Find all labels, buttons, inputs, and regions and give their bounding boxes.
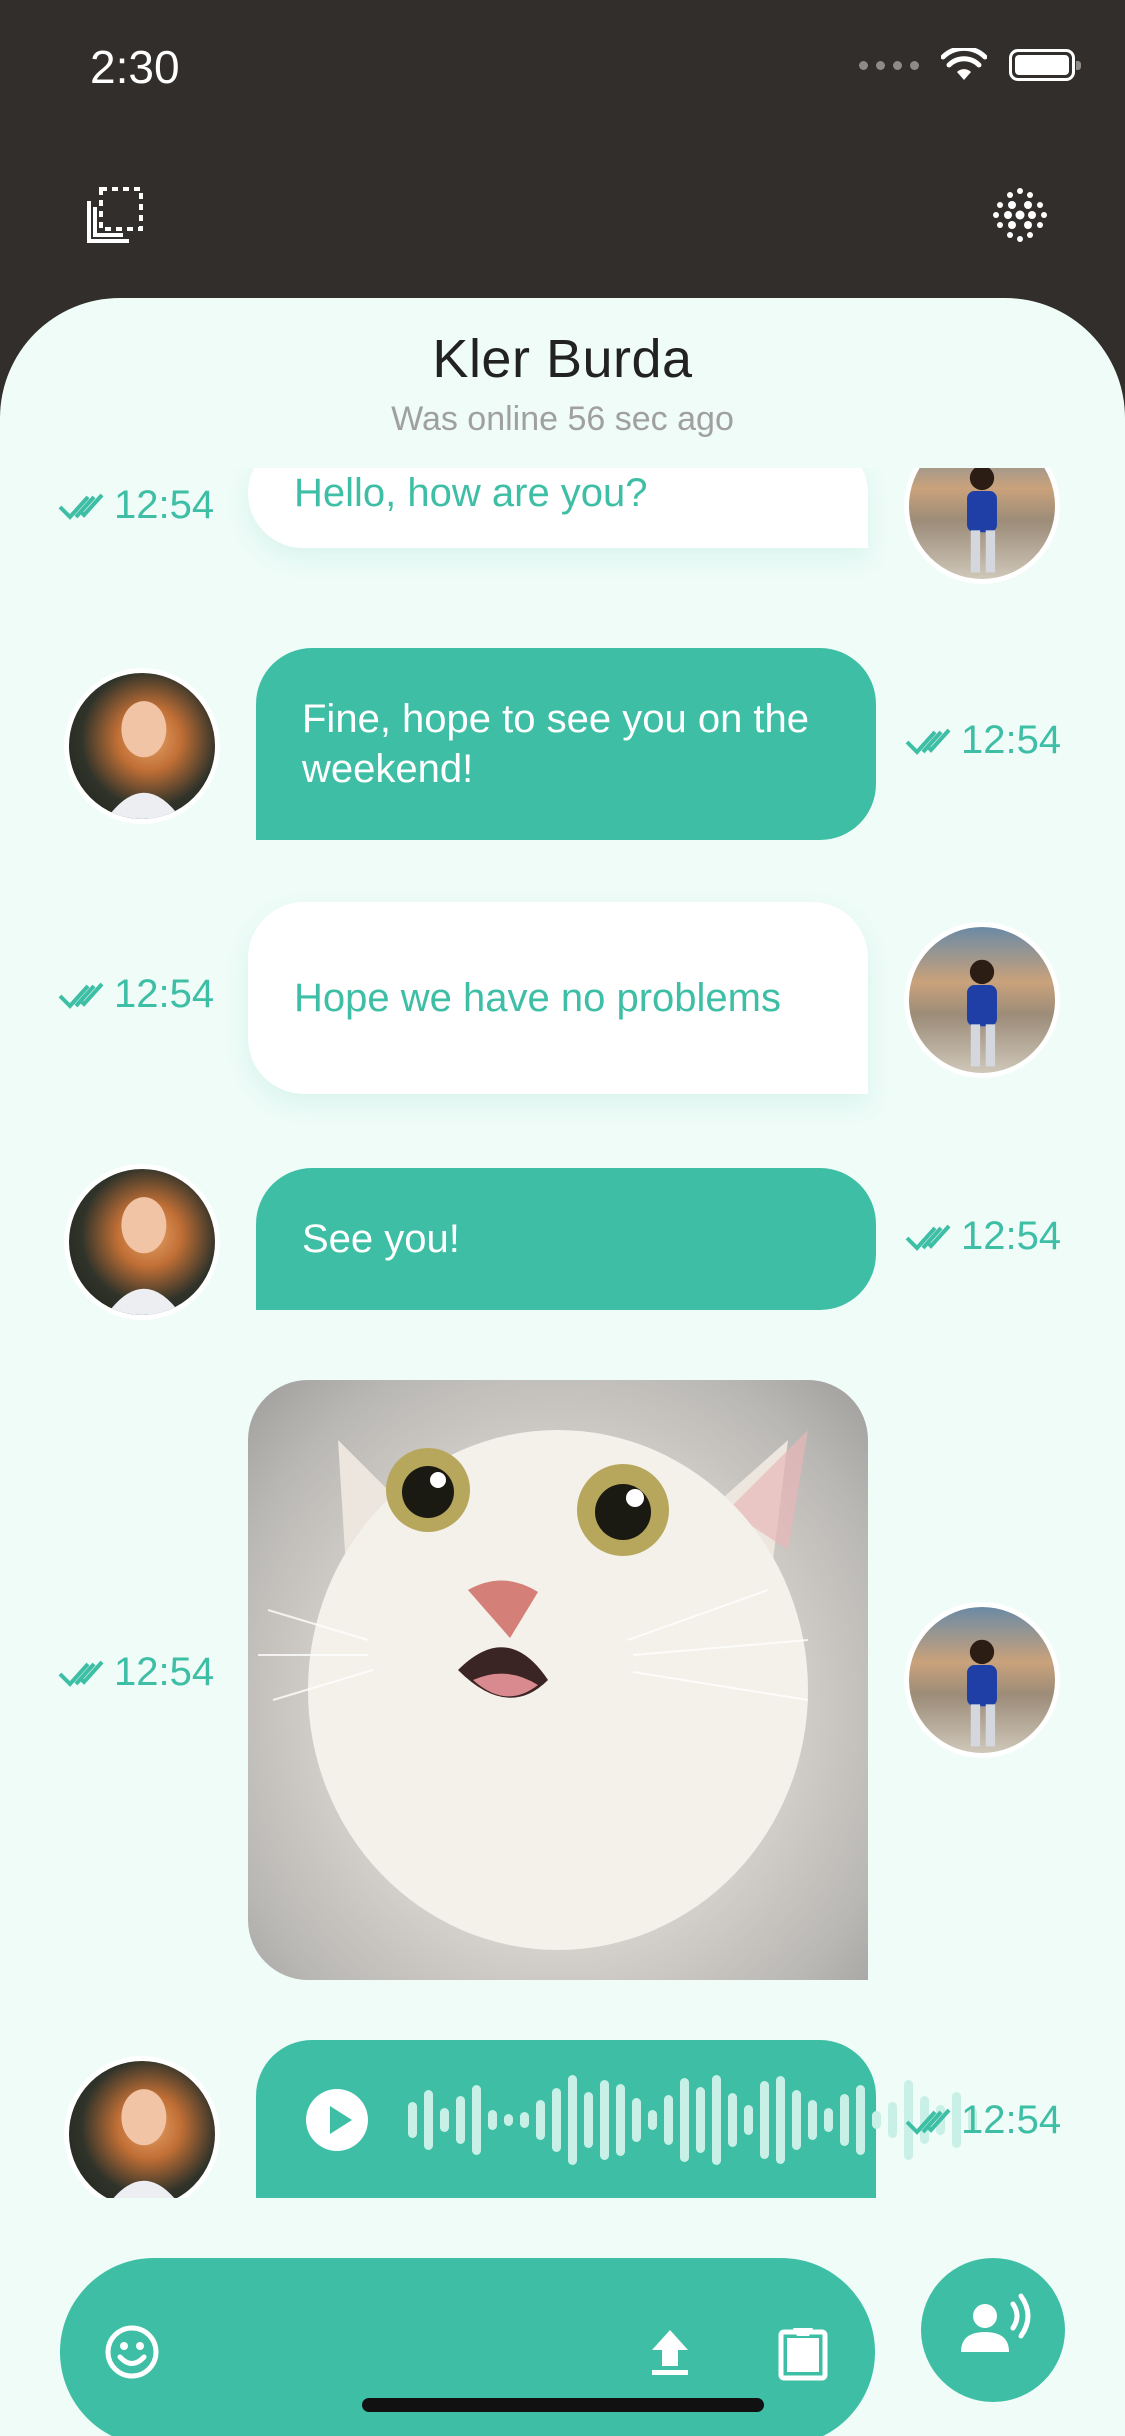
waveform-bar xyxy=(616,2084,625,2156)
message-bubble[interactable]: Hope we have no problems xyxy=(248,902,868,1094)
avatar[interactable] xyxy=(904,922,1060,1078)
message-bubble[interactable]: See you! xyxy=(256,1168,876,1310)
signal-icon xyxy=(859,60,919,70)
battery-icon xyxy=(1009,49,1081,81)
waveform-bar xyxy=(600,2080,609,2160)
dots-grid-icon[interactable] xyxy=(990,185,1050,245)
waveform-bar xyxy=(456,2096,465,2144)
contact-name: Kler Burda xyxy=(432,329,693,389)
voice-waveform xyxy=(408,2075,977,2165)
double-check-icon xyxy=(905,2108,951,2135)
avatar[interactable] xyxy=(64,2056,220,2198)
wifi-icon xyxy=(941,48,987,80)
waveform-bar xyxy=(632,2098,641,2142)
message-time-label: 12:54 xyxy=(961,2098,1062,2142)
waveform-bar xyxy=(760,2081,769,2159)
waveform-bar xyxy=(648,2110,657,2130)
voice-message-bubble[interactable] xyxy=(256,2040,977,2198)
avatar[interactable] xyxy=(904,1602,1060,1758)
waveform-bar xyxy=(504,2114,513,2126)
emoji-icon[interactable] xyxy=(102,2322,162,2382)
waveform-bar xyxy=(424,2090,433,2150)
waveform-bar xyxy=(808,2100,817,2140)
message-row: 12:54 Hope we have no problems xyxy=(0,902,1125,1102)
waveform-bar xyxy=(856,2085,865,2155)
message-time: 12:54 xyxy=(905,2098,1061,2143)
upload-icon[interactable] xyxy=(640,2322,700,2382)
avatar[interactable] xyxy=(904,468,1060,584)
home-indicator xyxy=(362,2398,764,2412)
waveform-bar xyxy=(584,2092,593,2148)
waveform-bar xyxy=(840,2094,849,2146)
contact-avatar-image xyxy=(113,2089,175,2198)
waveform-bar xyxy=(728,2093,737,2147)
waveform-bar xyxy=(472,2085,481,2155)
waveform-bar xyxy=(440,2108,449,2132)
chat-panel: Kler Burda Was online 56 sec ago 12:54 H… xyxy=(0,298,1125,2436)
waveform-bar xyxy=(664,2095,673,2145)
waveform-bar xyxy=(552,2088,561,2152)
contact-status: Was online 56 sec ago xyxy=(391,400,734,438)
waveform-bar xyxy=(520,2112,529,2128)
message-time-label: 12:54 xyxy=(114,1650,215,1694)
cat-image xyxy=(258,1430,809,1950)
message-text: See you! xyxy=(302,1217,460,1261)
double-check-icon xyxy=(58,982,104,1009)
message-time: 12:54 xyxy=(58,483,214,528)
play-icon[interactable] xyxy=(306,2089,368,2151)
waveform-bar xyxy=(536,2100,545,2140)
message-text: Hello, how are you? xyxy=(294,471,648,515)
message-list[interactable]: 12:54 Hello, how are you? Fine, hope to … xyxy=(0,468,1125,2198)
waveform-bar xyxy=(680,2078,689,2162)
message-row: See you! 12:54 xyxy=(0,1164,1125,1338)
message-bubble[interactable]: Hello, how are you? xyxy=(248,468,868,548)
waveform-bar xyxy=(712,2075,721,2165)
clipboard-icon[interactable] xyxy=(773,2322,833,2382)
double-check-icon xyxy=(58,493,104,520)
waveform-bar xyxy=(872,2111,881,2129)
message-text: Fine, hope to see you on the weekend! xyxy=(302,697,810,791)
double-check-icon xyxy=(905,728,951,755)
double-check-icon xyxy=(905,1224,951,1251)
message-bubble[interactable]: Fine, hope to see you on the weekend! xyxy=(256,648,876,840)
user-avatar-image xyxy=(967,468,997,573)
message-time-label: 12:54 xyxy=(961,1214,1062,1258)
message-text: Hope we have no problems xyxy=(294,976,781,1020)
waveform-bar xyxy=(776,2076,785,2164)
message-time: 12:54 xyxy=(58,972,214,1017)
double-check-icon xyxy=(58,1660,104,1687)
message-row: Fine, hope to see you on the weekend! 12… xyxy=(0,648,1125,848)
message-time-label: 12:54 xyxy=(114,483,215,527)
waveform-bar xyxy=(408,2102,417,2138)
status-time: 2:30 xyxy=(90,41,180,93)
message-time-label: 12:54 xyxy=(961,718,1062,762)
waveform-bar xyxy=(568,2075,577,2165)
contact-header: Kler Burda Was online 56 sec ago xyxy=(0,328,1125,439)
contact-avatar-image xyxy=(106,1197,182,1315)
waveform-bar xyxy=(824,2108,833,2132)
user-avatar-image xyxy=(967,959,997,1067)
message-time: 12:54 xyxy=(905,1214,1061,1259)
waveform-bar xyxy=(744,2105,753,2135)
cat-photo[interactable] xyxy=(248,1380,868,1980)
waveform-bar xyxy=(488,2110,497,2130)
contact-avatar-image xyxy=(106,701,182,819)
avatar[interactable] xyxy=(64,668,220,824)
waveform-bar xyxy=(888,2102,897,2138)
voice-speaker-icon[interactable] xyxy=(921,2258,1065,2402)
message-row: 12:54 xyxy=(0,1380,1125,1990)
user-avatar-image xyxy=(967,1639,997,1747)
waveform-bar xyxy=(792,2090,801,2150)
message-time: 12:54 xyxy=(905,718,1061,763)
waveform-bar xyxy=(696,2087,705,2153)
status-indicators xyxy=(859,48,1081,82)
message-row: 12:54 xyxy=(0,2040,1125,2198)
message-time-label: 12:54 xyxy=(114,972,215,1016)
status-bar: 2:30 xyxy=(0,0,1125,140)
avatar[interactable] xyxy=(64,1164,220,1320)
message-row: 12:54 Hello, how are you? xyxy=(0,468,1125,608)
message-time: 12:54 xyxy=(58,1650,214,1695)
copy-icon[interactable] xyxy=(85,185,145,245)
